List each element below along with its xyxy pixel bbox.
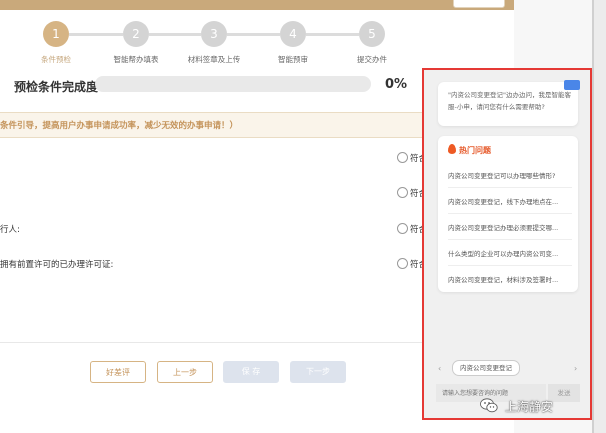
- question-label: 拥有前置许可的已办理许可证:: [0, 260, 114, 270]
- hot-questions-title: 热门问题: [448, 144, 491, 156]
- greeting-bubble: "内资公司变更登记"边办边问，我是智能客服-小申，请问您有什么需要帮助?: [438, 80, 580, 126]
- hot-question-item[interactable]: 内资公司变更登记可以办理哪些情形?: [448, 170, 572, 180]
- step-connector: [306, 33, 359, 36]
- watermark-text: 上海静安: [505, 400, 554, 414]
- divider: [448, 265, 572, 266]
- divider: [448, 239, 572, 240]
- top-right-button[interactable]: [453, 0, 505, 8]
- hot-questions-label: 热门问题: [459, 146, 491, 155]
- question-label: 行人:: [0, 225, 20, 235]
- step-5-label: 提交办件: [357, 55, 387, 64]
- progress-percent: 0%: [385, 77, 408, 92]
- radio-button[interactable]: [397, 152, 408, 163]
- next-step-button[interactable]: 下一步: [290, 361, 346, 383]
- topic-chip[interactable]: 内资公司变更登记: [452, 360, 520, 376]
- chat-assistant-panel: "内资公司变更登记"边办边问，我是智能客服-小申，请问您有什么需要帮助? 热门问…: [422, 68, 592, 420]
- radio-button[interactable]: [397, 223, 408, 234]
- radio-button[interactable]: [397, 258, 408, 269]
- chevron-left-icon[interactable]: ‹: [438, 364, 441, 373]
- notice-text: 条件引导，提高用户办事申请成功率，减少无效的办事申请！）: [0, 121, 239, 131]
- step-1-label: 条件预检: [41, 55, 71, 64]
- divider: [448, 213, 572, 214]
- section-divider: [0, 342, 430, 343]
- save-button[interactable]: 保 存: [223, 361, 279, 383]
- hot-questions-card: 热门问题 内资公司变更登记可以办理哪些情形? 内资公司变更登记，线下办理地点在.…: [438, 136, 578, 292]
- wechat-icon: [480, 398, 498, 413]
- step-3-label: 材料签章及上传: [187, 55, 241, 64]
- radio-button[interactable]: [397, 187, 408, 198]
- step-1-circle[interactable]: 1: [43, 21, 69, 47]
- step-connector: [149, 33, 201, 36]
- prev-step-button[interactable]: 上一步: [157, 361, 213, 383]
- hot-question-item[interactable]: 什么类型的企业可以办理内资公司变...: [448, 248, 572, 258]
- progress-title: 预检条件完成度: [14, 80, 99, 94]
- step-2-label: 智能帮办填表: [113, 55, 159, 64]
- step-4-circle[interactable]: 4: [280, 21, 306, 47]
- progress-bar: [95, 76, 371, 92]
- greeting-text: "内资公司变更登记"边办边问，我是智能客服-小申，请问您有什么需要帮助?: [448, 91, 571, 111]
- divider: [448, 187, 572, 188]
- progress-stepper: 1 2 3 4 5 条件预检 智能帮办填表 材料签章及上传 智能预审 提交办件: [0, 18, 430, 68]
- scrollbar-track[interactable]: [592, 0, 594, 433]
- step-4-label: 智能预审: [278, 55, 308, 64]
- step-connector: [69, 33, 123, 36]
- fire-icon: [448, 144, 456, 154]
- notice-bar: 条件引导，提高用户办事申请成功率，减少无效的办事申请！）: [0, 112, 430, 138]
- hot-question-item[interactable]: 内资公司变更登记办理必须要提交哪...: [448, 222, 572, 232]
- step-2-circle[interactable]: 2: [123, 21, 149, 47]
- hot-question-item[interactable]: 内资公司变更登记，材料涉及签署时...: [448, 274, 572, 284]
- step-3-circle[interactable]: 3: [201, 21, 227, 47]
- chevron-right-icon[interactable]: ›: [574, 364, 577, 373]
- review-button[interactable]: 好差评: [90, 361, 146, 383]
- step-connector: [227, 33, 280, 36]
- top-banner-strip: [0, 0, 514, 10]
- hot-question-item[interactable]: 内资公司变更登记，线下办理地点在...: [448, 196, 572, 206]
- step-5-circle[interactable]: 5: [359, 21, 385, 47]
